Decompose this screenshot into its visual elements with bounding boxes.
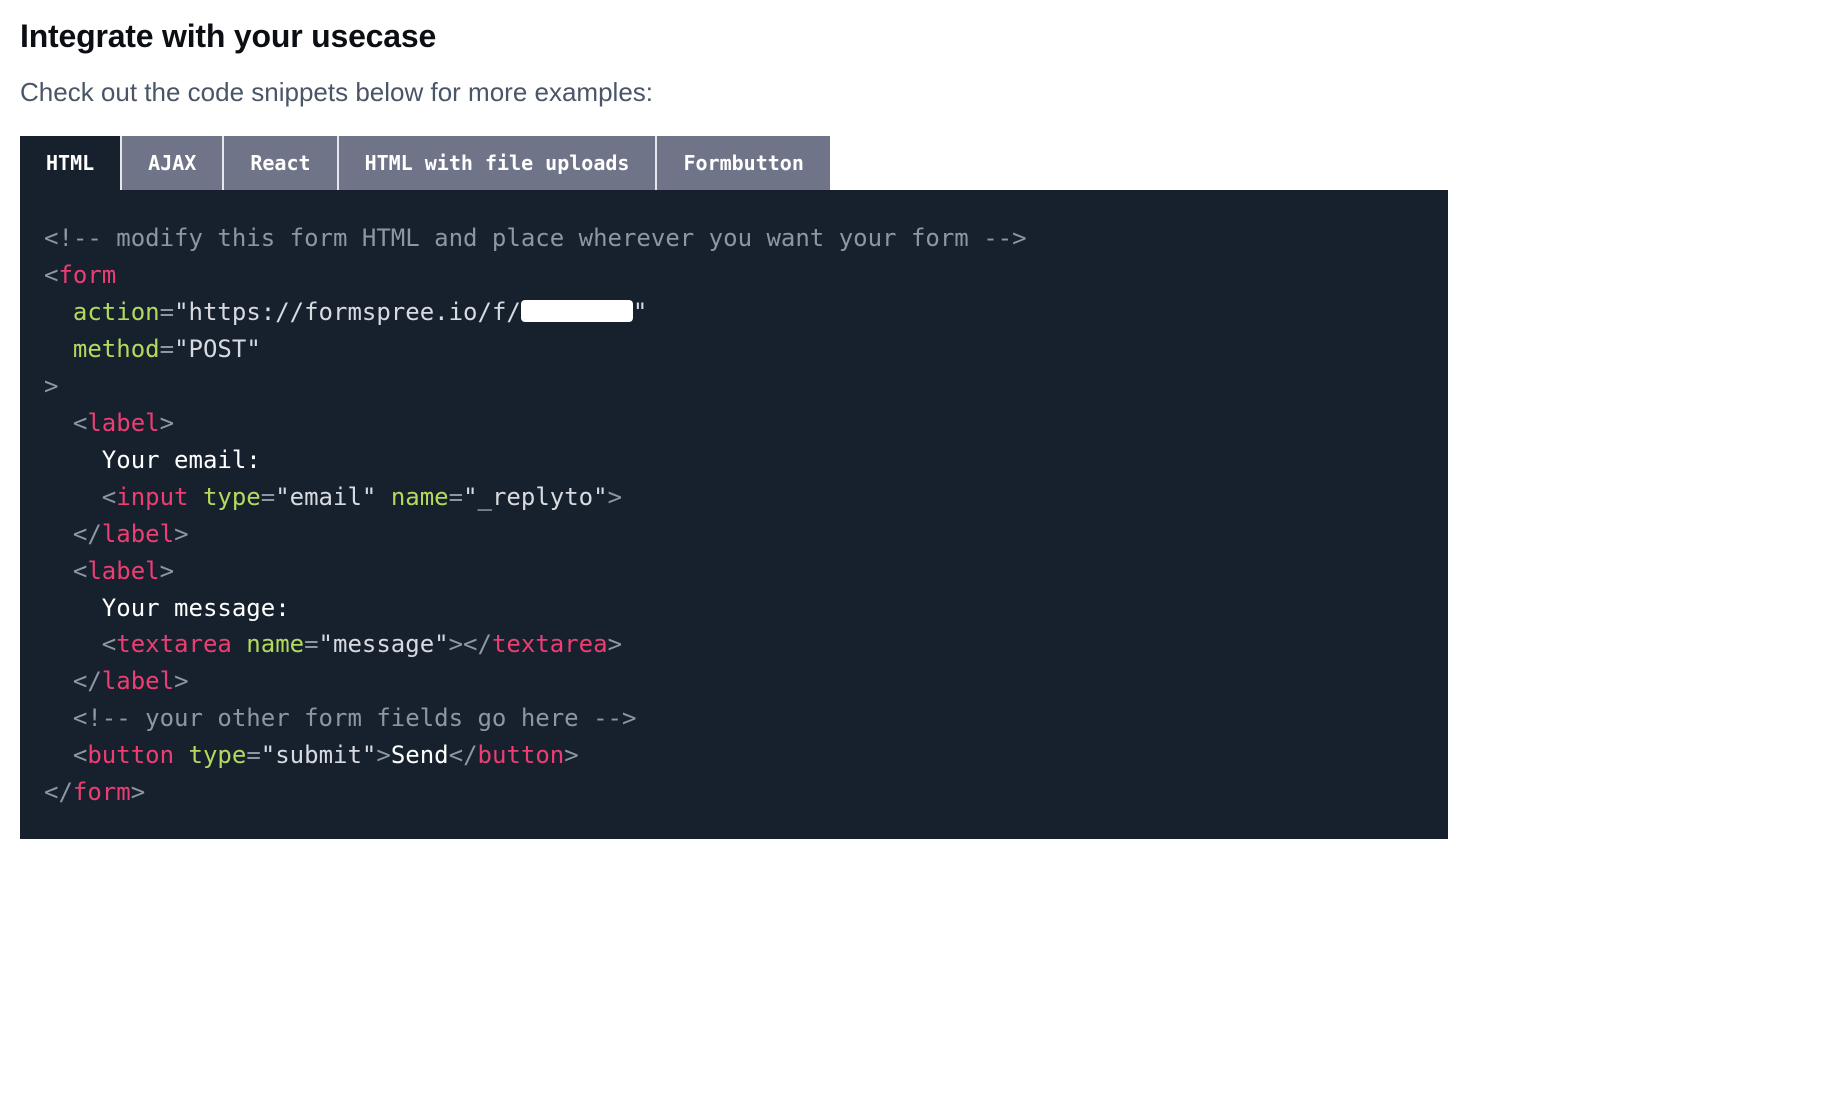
code-tag-textarea-close: textarea xyxy=(492,630,608,658)
code-comment-top: <!-- modify this form HTML and place whe… xyxy=(44,224,1027,252)
code-str-quote: " xyxy=(174,298,188,326)
code-str-quote: " xyxy=(463,483,477,511)
code-attr-method: method xyxy=(73,335,160,363)
code-str-quote: " xyxy=(434,630,448,658)
code-str-quote: " xyxy=(319,630,333,658)
code-str-quote: " xyxy=(593,483,607,511)
code-panel: <!-- modify this form HTML and place whe… xyxy=(20,190,1448,839)
code-attr-name: name xyxy=(391,483,449,511)
code-punct: </ xyxy=(73,667,102,695)
code-punct: > xyxy=(160,409,174,437)
code-punct: </ xyxy=(73,520,102,548)
code-punct: </ xyxy=(44,778,73,806)
code-tag-textarea-open: textarea xyxy=(116,630,232,658)
code-eq: = xyxy=(449,483,463,511)
code-tag-button-close: button xyxy=(478,741,565,769)
code-str-action-prefix: https://formspree.io/f/ xyxy=(189,298,521,326)
code-punct: > xyxy=(376,741,390,769)
code-eq: = xyxy=(160,298,174,326)
code-tag-form-open: form xyxy=(58,261,116,289)
code-comment-mid: <!-- your other form fields go here --> xyxy=(73,704,637,732)
tab-html-file-uploads[interactable]: HTML with file uploads xyxy=(339,136,658,190)
tab-html[interactable]: HTML xyxy=(20,136,122,190)
tab-react[interactable]: React xyxy=(224,136,338,190)
code-attr-action: action xyxy=(73,298,160,326)
code-punct: < xyxy=(102,483,116,511)
code-tag-label-open: label xyxy=(87,557,159,585)
code-tag-input: input xyxy=(116,483,188,511)
code-str-quote: " xyxy=(246,335,260,363)
code-str-method: POST xyxy=(189,335,247,363)
section-heading: Integrate with your usecase xyxy=(20,18,1826,55)
code-block: <!-- modify this form HTML and place whe… xyxy=(44,220,1424,811)
code-punct: > xyxy=(174,520,188,548)
code-attr-type: type xyxy=(203,483,261,511)
code-eq: = xyxy=(246,741,260,769)
code-text-button: Send xyxy=(391,741,449,769)
code-punct: > xyxy=(608,483,622,511)
code-str-quote: " xyxy=(633,298,647,326)
code-str-quote: " xyxy=(275,483,289,511)
code-text-message-label: Your message: xyxy=(102,594,290,622)
code-punct: < xyxy=(73,557,87,585)
code-attr-name: name xyxy=(246,630,304,658)
code-tag-label-close: label xyxy=(102,520,174,548)
code-punct: > xyxy=(174,667,188,695)
code-eq: = xyxy=(160,335,174,363)
tab-ajax[interactable]: AJAX xyxy=(122,136,224,190)
code-tabs: HTML AJAX React HTML with file uploads F… xyxy=(20,136,828,190)
code-punct: < xyxy=(73,409,87,437)
code-punct: > xyxy=(131,778,145,806)
code-punct: ></ xyxy=(449,630,492,658)
code-punct: < xyxy=(73,741,87,769)
code-str-input-type: email xyxy=(290,483,362,511)
code-str-button-type: submit xyxy=(275,741,362,769)
code-tag-button-open: button xyxy=(87,741,174,769)
code-text-email-label: Your email: xyxy=(102,446,261,474)
code-str-quote: " xyxy=(362,741,376,769)
code-tag-form-close: form xyxy=(73,778,131,806)
code-eq: = xyxy=(261,483,275,511)
code-punct: </ xyxy=(449,741,478,769)
code-tag-label-open: label xyxy=(87,409,159,437)
code-str-quote: " xyxy=(261,741,275,769)
section-subheading: Check out the code snippets below for mo… xyxy=(20,77,1826,108)
code-tag-label-close: label xyxy=(102,667,174,695)
code-punct: < xyxy=(44,261,58,289)
code-eq: = xyxy=(304,630,318,658)
code-punct: > xyxy=(160,557,174,585)
code-punct: < xyxy=(102,630,116,658)
code-punct: > xyxy=(608,630,622,658)
code-str-textarea-name: message xyxy=(333,630,434,658)
code-punct: > xyxy=(564,741,578,769)
tab-formbutton[interactable]: Formbutton xyxy=(657,136,829,190)
code-punct: > xyxy=(44,372,58,400)
code-str-input-name: _replyto xyxy=(478,483,594,511)
code-str-quote: " xyxy=(362,483,376,511)
code-str-quote: " xyxy=(174,335,188,363)
redacted-form-id xyxy=(521,300,633,322)
code-attr-type: type xyxy=(189,741,247,769)
